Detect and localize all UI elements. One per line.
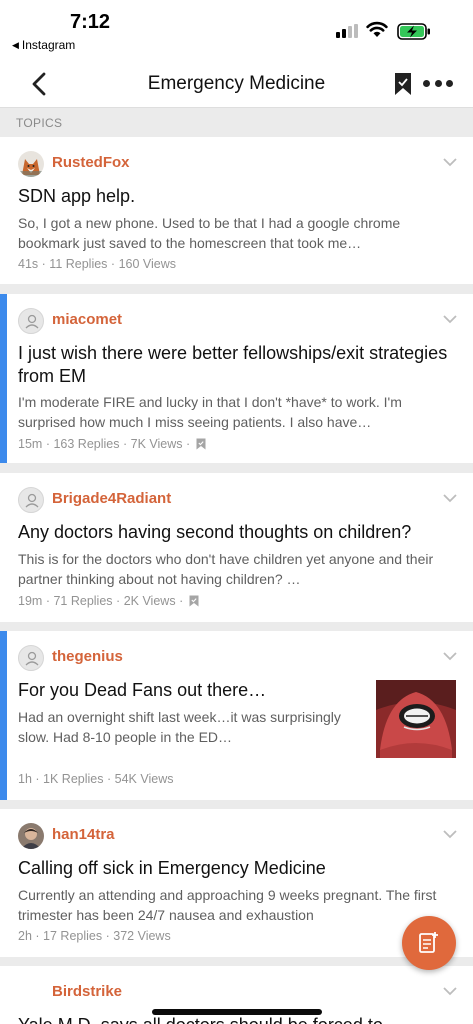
bookmark-icon[interactable]: [394, 72, 412, 96]
avatar[interactable]: [18, 487, 44, 513]
topic-author[interactable]: Birdstrike: [52, 983, 122, 1000]
topic-meta: 41s · 11 Replies · 160 Views: [18, 257, 176, 271]
topic-author[interactable]: miacomet: [52, 311, 122, 328]
topic-title[interactable]: Yale M.D. says all doctors should be for…: [18, 1014, 458, 1024]
topic-meta: 15m · 163 Replies · 7K Views ·: [18, 437, 206, 451]
topic-excerpt: Had an overnight shift last week…it was …: [18, 709, 341, 745]
meta-separator: ·: [106, 772, 112, 786]
chevron-down-icon[interactable]: [442, 157, 458, 167]
topic-views: 54K Views: [114, 772, 174, 786]
topic-age: 2h: [18, 929, 32, 943]
bookmark-icon: [189, 595, 199, 607]
meta-separator: ·: [122, 437, 128, 451]
topic-meta: 1h · 1K Replies · 54K Views: [18, 772, 173, 786]
triangle-left-icon: ◀: [12, 39, 19, 50]
meta-separator: ·: [186, 437, 191, 451]
unread-indicator: [0, 631, 7, 800]
topic-title[interactable]: SDN app help.: [18, 185, 458, 208]
meta-separator: ·: [41, 257, 46, 271]
app-screen: 7:12 ◀ Instagram Emergency Medicine TOPI…: [0, 0, 473, 1024]
meta-separator: ·: [110, 257, 116, 271]
topic-author[interactable]: thegenius: [52, 648, 123, 665]
topic-author[interactable]: RustedFox: [52, 154, 130, 171]
section-label: TOPICS: [16, 116, 63, 130]
new-topic-icon: [419, 932, 438, 953]
chevron-down-icon[interactable]: [442, 314, 458, 324]
more-horizontal-icon[interactable]: [423, 80, 453, 88]
battery-charging-icon: [397, 23, 430, 40]
topic-meta: 19m · 71 Replies · 2K Views ·: [18, 594, 199, 608]
chevron-down-icon[interactable]: [442, 986, 458, 996]
chevron-down-icon[interactable]: [442, 493, 458, 503]
meta-separator: ·: [45, 594, 50, 608]
back-to-app-link[interactable]: ◀ Instagram: [12, 38, 75, 52]
meta-separator: ·: [35, 772, 40, 786]
nav-bar: Emergency Medicine: [0, 62, 473, 108]
topic-author[interactable]: Brigade4Radiant: [52, 490, 171, 507]
status-time: 7:12: [70, 11, 111, 33]
home-indicator[interactable]: [152, 1009, 322, 1015]
topics-section-header: TOPICS: [0, 109, 473, 136]
bookmark-icon: [196, 438, 206, 450]
topic-views: 160 Views: [118, 257, 177, 271]
wifi-icon: [366, 21, 388, 37]
meta-separator: ·: [45, 437, 50, 451]
topic-replies: 17 Replies: [43, 929, 103, 943]
new-topic-button[interactable]: [402, 916, 456, 970]
topic-views: 2K Views: [123, 594, 176, 608]
topic-replies: 71 Replies: [53, 594, 113, 608]
topic-title[interactable]: I just wish there were better fellowship…: [18, 342, 458, 388]
chevron-down-icon[interactable]: [442, 829, 458, 839]
meta-separator: ·: [179, 594, 184, 608]
topic-age: 19m: [18, 594, 43, 608]
topic-age: 15m: [18, 437, 43, 451]
topic-excerpt: This is for the doctors who don't have c…: [18, 551, 434, 587]
unread-indicator: [0, 294, 7, 463]
avatar[interactable]: [18, 645, 44, 671]
topic-age: 1h: [18, 772, 32, 786]
topic-card[interactable]: RustedFox SDN app help. So, I got a new …: [0, 137, 473, 284]
topic-card[interactable]: Birdstrike Yale M.D. says all doctors sh…: [0, 966, 473, 1024]
topic-card[interactable]: miacomet I just wish there were better f…: [0, 294, 473, 463]
topic-title[interactable]: For you Dead Fans out there…: [18, 679, 368, 702]
meta-separator: ·: [105, 929, 110, 943]
topic-title[interactable]: Calling off sick in Emergency Medicine: [18, 857, 458, 880]
topic-replies: 11 Replies: [49, 257, 108, 271]
chevron-down-icon[interactable]: [442, 651, 458, 661]
topic-meta: 2h · 17 Replies · 372 Views: [18, 929, 171, 943]
cellular-signal-icon: [336, 24, 360, 38]
avatar[interactable]: [18, 151, 44, 177]
avatar[interactable]: [18, 308, 44, 334]
topic-thumbnail-image[interactable]: [376, 680, 456, 758]
avatar[interactable]: [18, 823, 44, 849]
topic-views: 372 Views: [113, 929, 171, 943]
back-app-label: Instagram: [21, 38, 76, 52]
topic-author[interactable]: han14tra: [52, 826, 115, 843]
topic-card[interactable]: thegenius For you Dead Fans out there… H…: [0, 631, 473, 800]
topic-replies: 163 Replies: [53, 437, 120, 451]
topic-title[interactable]: Any doctors having second thoughts on ch…: [18, 521, 458, 544]
meta-separator: ·: [116, 594, 121, 608]
topic-excerpt: Currently an attending and approaching 9…: [18, 887, 437, 923]
topic-age: 41s: [18, 257, 39, 271]
topic-views: 7K Views: [130, 437, 183, 451]
topic-excerpt: I'm moderate FIRE and lucky in that I do…: [18, 394, 402, 430]
topic-excerpt: So, I got a new phone. Used to be that I…: [18, 215, 401, 251]
meta-separator: ·: [35, 929, 40, 943]
topic-replies: 1K Replies: [43, 772, 104, 786]
status-bar: 7:12 ◀ Instagram: [0, 0, 473, 62]
topic-card[interactable]: Brigade4Radiant Any doctors having secon…: [0, 473, 473, 622]
